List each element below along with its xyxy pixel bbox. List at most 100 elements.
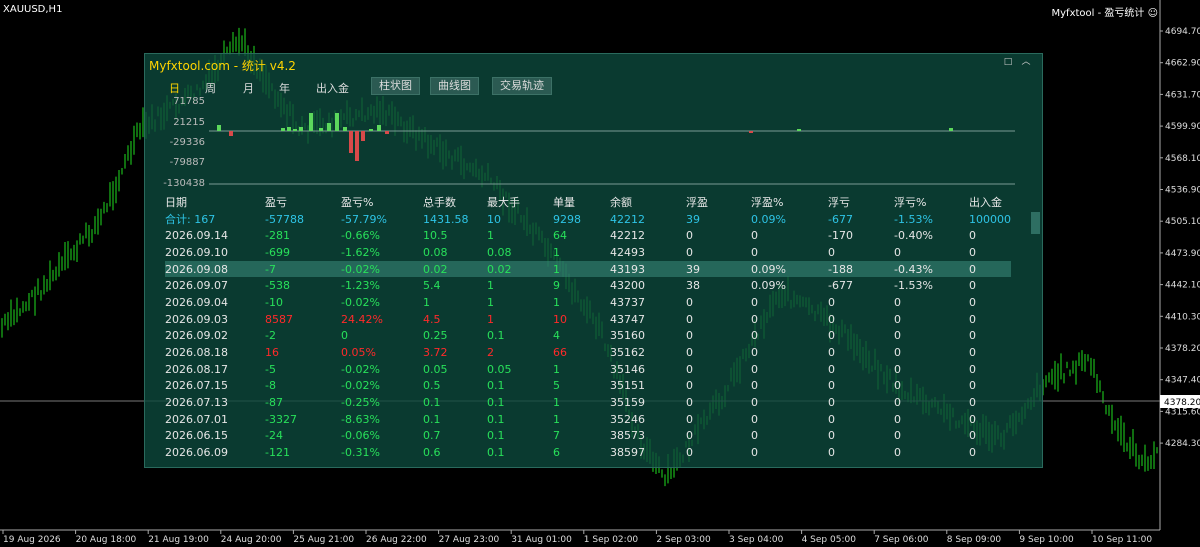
trade-trail-button[interactable]: 交易轨迹: [492, 77, 552, 95]
bar-chart-button[interactable]: 柱状图: [371, 77, 420, 95]
table-row[interactable]: 2026.07.15 -8 -0.02% 0.5 0.1 5 35151 0 0 0 0 0: [165, 378, 1011, 395]
table-cell: -1.62%: [341, 245, 380, 259]
pnl-bar: [327, 123, 331, 131]
table-cell: 0: [969, 245, 976, 259]
table-row[interactable]: 2026.06.15 -24 -0.06% 0.7 0.1 7 38573 0 0 0 0 0: [165, 428, 1011, 445]
table-row[interactable]: 2026.09.10 -699 -1.62% 0.08 0.08 1 42493 0 0 0 0 0: [165, 244, 1011, 261]
table-cell: 1: [553, 262, 560, 276]
table-cell: 0: [828, 396, 835, 410]
time-label: 3 Sep 04:00: [729, 535, 784, 545]
table-cell: 0: [828, 429, 835, 443]
table-cell: 5: [553, 379, 560, 393]
table-row[interactable]: 2026.08.18 16 0.05% 3.72 2 66 35162 0 0 0 0 0: [165, 344, 1011, 361]
table-cell: -0.02%: [341, 295, 380, 309]
table-row[interactable]: 2026.08.17 -5 -0.02% 0.05 0.05 1 35146 0 0 0 0 0: [165, 361, 1011, 378]
chart-symbol: XAUUSD,H1: [3, 4, 63, 15]
table-cell: 3.72: [423, 346, 448, 360]
table-cell: 2026.06.09: [165, 446, 228, 460]
table-cell: 2026.09.08: [165, 262, 228, 276]
pnl-bar: [293, 129, 297, 131]
table-row[interactable]: 2026.09.04 -10 -0.02% 1 1 1 43737 0 0 0 0 0: [165, 294, 1011, 311]
table-cell: -170: [828, 229, 853, 243]
time-label: 21 Aug 19:00: [148, 535, 209, 545]
table-cell: 1: [487, 312, 494, 326]
table-cell: 8587: [265, 312, 293, 326]
table-cell: 9: [553, 279, 560, 293]
table-cell: 0: [828, 295, 835, 309]
table-cell: 10: [487, 212, 501, 226]
table-row[interactable]: 2026.07.13 -87 -0.25% 0.1 0.1 1 35159 0 0 0 0 0: [165, 394, 1011, 411]
table-cell: 0.1: [487, 446, 505, 460]
table-cell: 38: [686, 279, 700, 293]
column-header: 浮亏%: [894, 196, 927, 210]
minimize-icon[interactable]: □: [1001, 55, 1015, 69]
table-cell: -188: [828, 262, 853, 276]
table-cell: 0: [686, 295, 693, 309]
table-cell: 0.25: [423, 329, 448, 343]
column-header: 余额: [610, 196, 632, 210]
price-label: 4284.30: [1165, 439, 1200, 449]
table-cell: 0: [969, 262, 976, 276]
scrollbar-thumb[interactable]: [1031, 212, 1040, 234]
table-cell: 0: [894, 312, 901, 326]
time-label: 1 Sep 02:00: [584, 535, 639, 545]
table-cell: 4.5: [423, 312, 441, 326]
y-label: -130438: [163, 178, 205, 189]
table-cell: 0: [828, 412, 835, 426]
column-header: 单量: [553, 196, 575, 210]
time-label: 10 Sep 11:00: [1092, 535, 1152, 545]
table-row[interactable]: 2026.09.14 -281 -0.66% 10.5 1 64 42212 0 0 -170 -0…: [165, 227, 1011, 244]
time-label: 19 Aug 2026: [3, 535, 61, 545]
column-header: 浮亏: [828, 196, 850, 210]
table-cell: 0: [828, 245, 835, 259]
collapse-icon[interactable]: ︿: [1019, 55, 1033, 69]
table-cell: -57788: [265, 212, 304, 226]
table-cell: 42493: [610, 245, 645, 259]
pnl-bar: [287, 127, 291, 131]
table-cell: 0: [751, 362, 758, 376]
table-cell: -8: [265, 379, 276, 393]
table-cell: 2026.09.02: [165, 329, 228, 343]
table-cell: 0: [751, 379, 758, 393]
table-row[interactable]: 2026.07.01 -3327 -8.63% 0.1 0.1 1 35246 0 0 0 0 0: [165, 411, 1011, 428]
table-cell: 0: [969, 362, 976, 376]
table-row[interactable]: 2026.09.02 -2 0 0.25 0.1 4 35160 0 0 0 0 0: [165, 328, 1011, 345]
tab-deposits[interactable]: 出入金: [316, 80, 349, 96]
table-cell: 0: [969, 429, 976, 443]
table-cell: 43747: [610, 312, 645, 326]
stats-panel: Myfxtool.com - 统计 v4.2 □ ︿ 日 周 月 年 出入金 柱…: [144, 53, 1043, 468]
table-row[interactable]: 2026.09.07 -538 -1.23% 5.4 1 9 43200 38 0.09% -67…: [165, 277, 1011, 294]
time-label: 25 Aug 21:00: [293, 535, 354, 545]
table-cell: -0.43%: [894, 262, 933, 276]
column-header: 浮盈%: [751, 196, 784, 210]
table-cell: 35159: [610, 396, 645, 410]
column-header: 浮盈: [686, 196, 708, 210]
tab-week[interactable]: 周: [205, 80, 216, 96]
pnl-bar: [369, 129, 373, 131]
table-cell: 6: [553, 446, 560, 460]
tab-day[interactable]: 日: [169, 80, 180, 96]
time-label: 9 Sep 10:00: [1019, 535, 1074, 545]
table-row[interactable]: 2026.09.03 8587 24.42% 4.5 1 10 43747 0 0 0 0 0: [165, 311, 1011, 328]
table-cell: 0: [751, 245, 758, 259]
tab-year[interactable]: 年: [279, 80, 290, 96]
table-cell: 0: [969, 412, 976, 426]
table-cell: 0: [686, 412, 693, 426]
table-cell: -1.23%: [341, 279, 380, 293]
table-cell: 43200: [610, 279, 645, 293]
line-chart-button[interactable]: 曲线图: [430, 77, 479, 95]
table-row[interactable]: 2026.09.08 -7 -0.02% 0.02 0.02 1 43193 39 0.09% -…: [165, 260, 1011, 278]
table-cell: 2026.09.07: [165, 279, 228, 293]
table-cell: 1: [487, 279, 494, 293]
table-cell: -57.79%: [341, 212, 387, 226]
column-header: 最大手: [487, 196, 520, 210]
table-cell: 0.09%: [751, 212, 786, 226]
table-row[interactable]: 2026.06.09 -121 -0.31% 0.6 0.1 6 38597 0 0 0 0 0: [165, 444, 1011, 461]
table-cell: -0.06%: [341, 429, 380, 443]
table-cell: 2026.09.14: [165, 229, 228, 243]
table-cell: 35246: [610, 412, 645, 426]
tab-month[interactable]: 月: [243, 80, 254, 96]
table-cell: 100000: [969, 212, 1011, 226]
table-cell: 0.1: [487, 412, 505, 426]
table-cell: 0: [969, 346, 976, 360]
